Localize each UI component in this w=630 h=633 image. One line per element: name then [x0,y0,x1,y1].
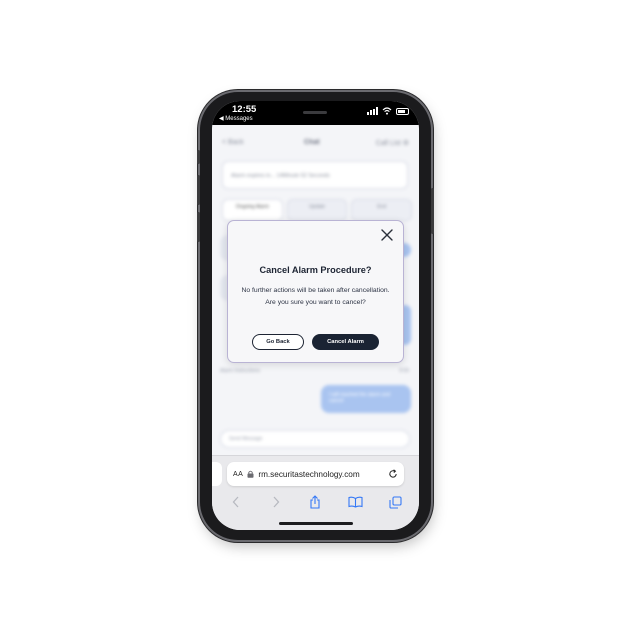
tab-update[interactable]: Update [286,199,348,221]
phone-side-button-right [431,188,434,234]
status-icons [367,107,409,115]
share-icon[interactable] [307,495,323,509]
reload-icon[interactable] [388,469,398,479]
dialog-title: Cancel Alarm Procedure? [259,265,372,275]
message-input[interactable]: Send Message [220,430,410,448]
phone-side-button-left-3 [197,212,200,242]
phone-side-button-left-2 [197,175,200,205]
battery-icon [396,107,409,115]
phone-side-button-left-1 [197,150,200,164]
message-meta-left: Alarm Instructions [220,368,261,374]
alarm-expiry-banner: Alarm expires in... 14Minute 52 Seconds [222,161,408,189]
forward-arrow-icon[interactable] [268,495,284,509]
home-indicator[interactable] [279,522,353,525]
tab-ongoing-alarm[interactable]: Ongoing Alarm [222,199,283,221]
tabs-icon[interactable] [387,495,403,509]
nav-title: Chat [304,139,320,146]
back-to-messages[interactable]: ◀ Messages [219,115,253,122]
previous-tab-edge[interactable] [212,462,222,486]
address-bar[interactable]: AA rm.securitastechnology.com [227,462,404,486]
signal-icon [367,107,378,115]
status-bar: 12:55 ◀ Messages [212,101,419,125]
lock-icon [247,470,254,478]
cancel-alarm-dialog: Cancel Alarm Procedure? No further actio… [227,220,404,363]
browser-toolbar: AA rm.securitastechnology.com [212,455,419,530]
tab-end[interactable]: End [351,199,413,221]
phone-screen: 12:55 ◀ Messages < Back Chat Call List ⚙… [212,101,419,530]
dialog-message: No further actions will be taken after c… [241,287,390,306]
close-icon[interactable] [380,228,394,242]
url-text: rm.securitastechnology.com [258,469,360,479]
chat-bubble-outgoing: I will reached the alarm and cancel [321,385,411,413]
page-settings-button[interactable]: AA [233,471,243,478]
bookmarks-icon[interactable] [347,495,363,509]
message-meta-right: 9:00 [399,368,409,374]
nav-call-list[interactable]: Call List ⚙ [376,139,409,147]
go-back-button[interactable]: Go Back [252,334,304,350]
back-arrow-icon[interactable] [228,495,244,509]
status-time: 12:55 [232,104,257,115]
browser-nav-row [212,494,419,510]
wifi-icon [382,107,392,115]
nav-back[interactable]: < Back [222,139,244,146]
cancel-alarm-button[interactable]: Cancel Alarm [312,334,379,350]
alarm-status-tabs: Ongoing Alarm Update End [222,199,413,221]
speaker [303,111,327,114]
